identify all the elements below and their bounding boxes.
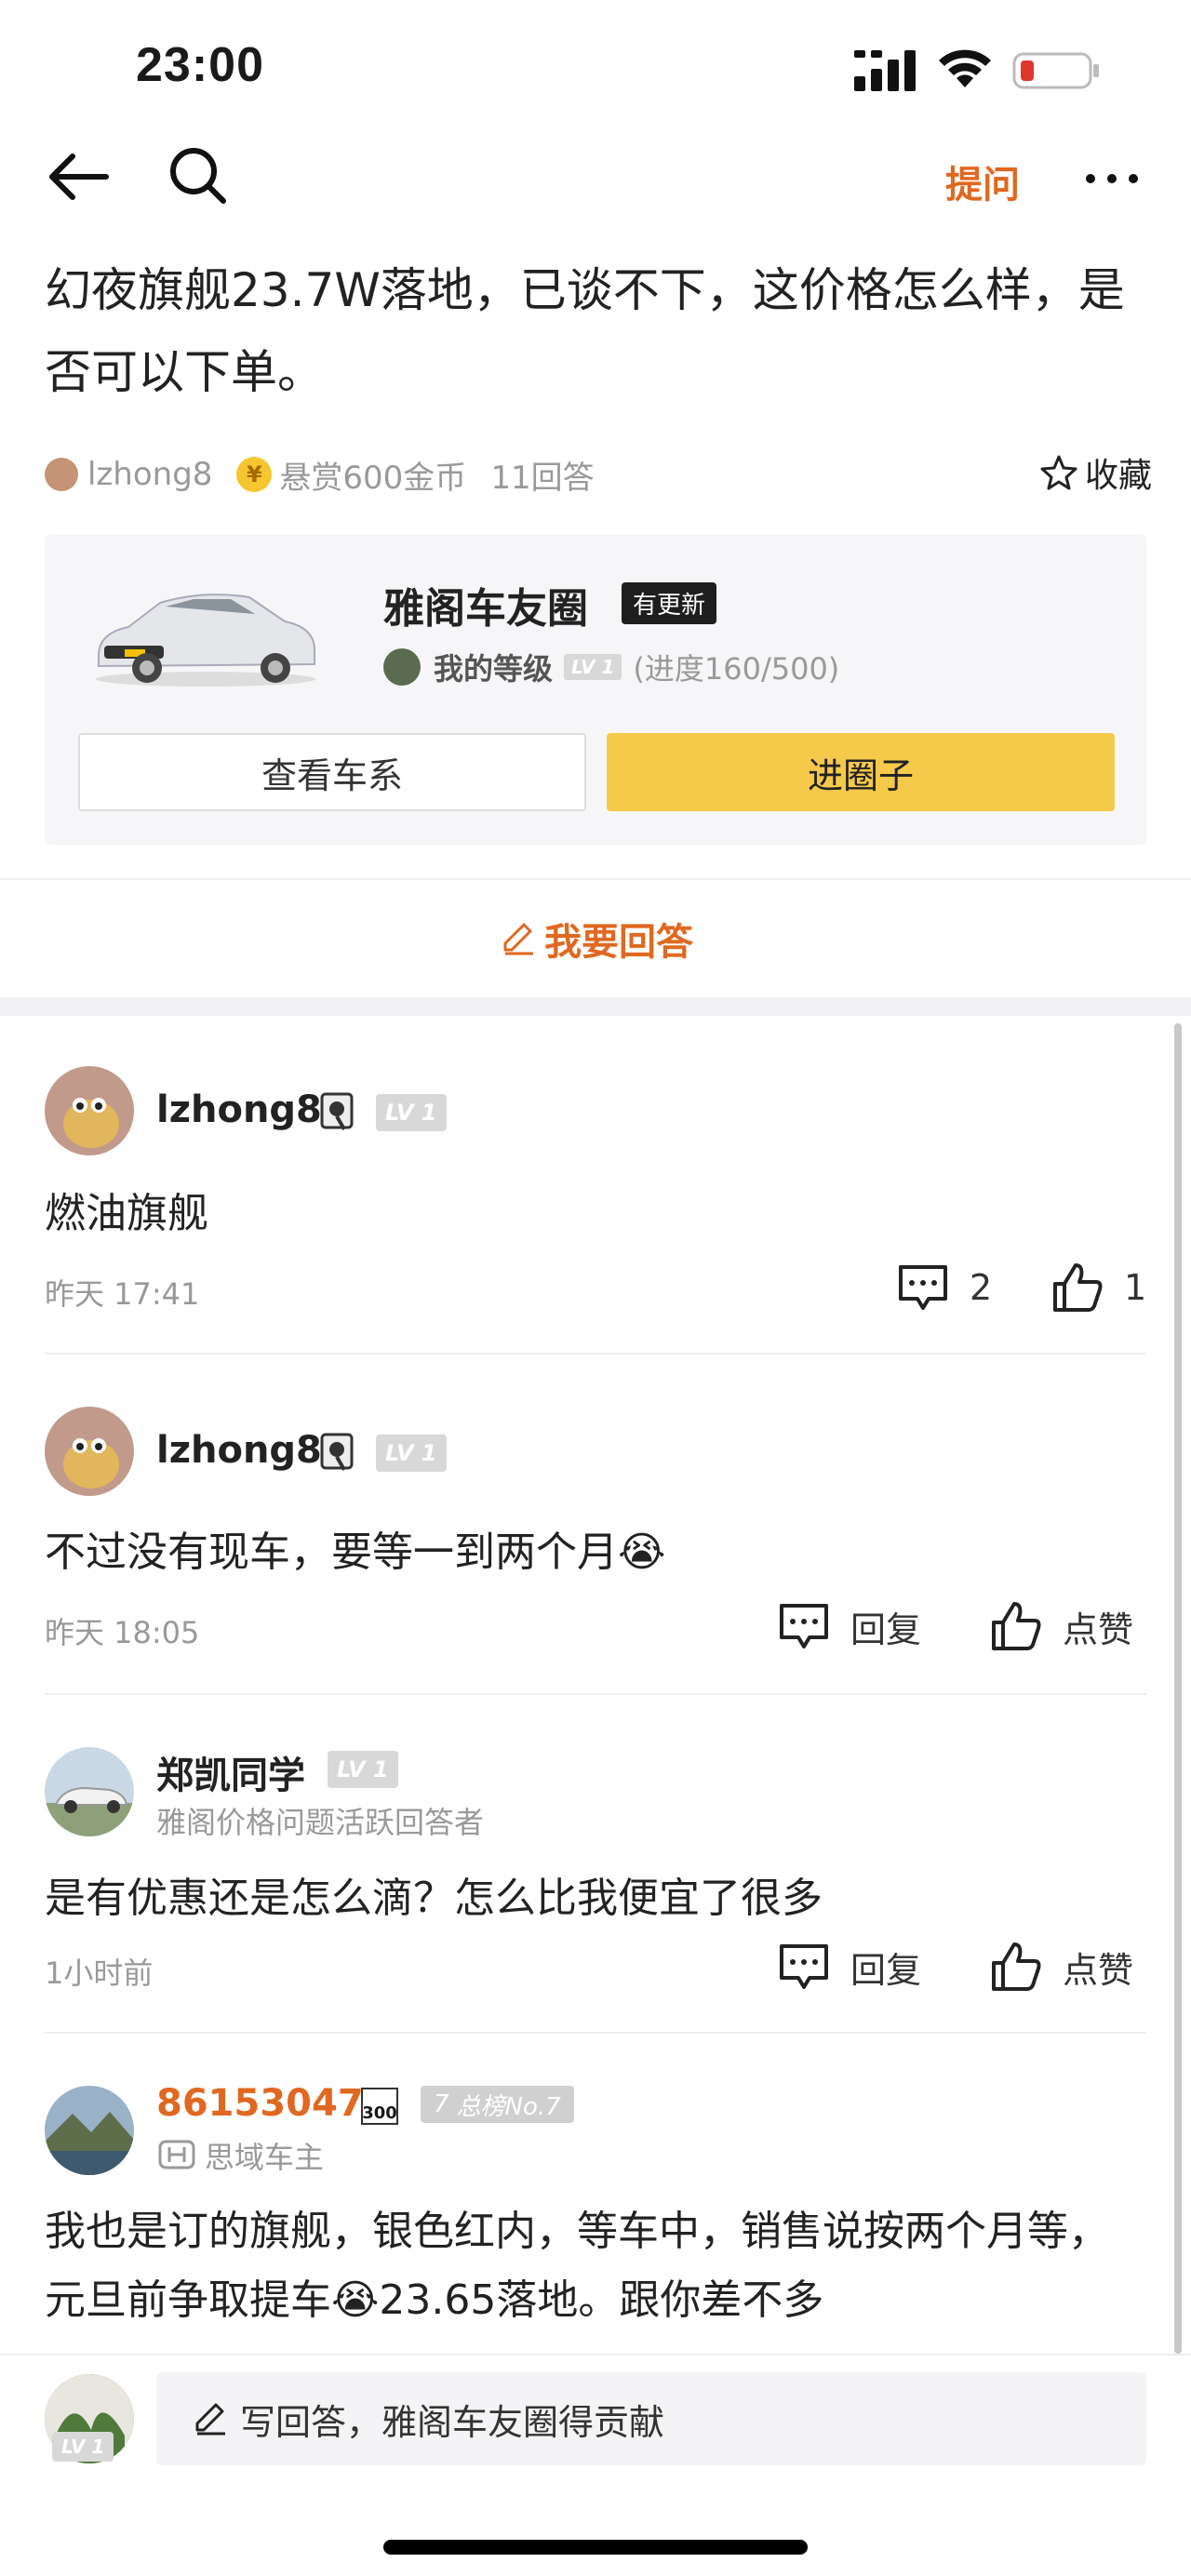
comment-button[interactable]: 2 bbox=[897, 1261, 992, 1314]
reply-text: 我也是订的旗舰，银色红内，等车中，销售说按两个月等，元旦前争取提车😭23.65落… bbox=[45, 2208, 1109, 2324]
ask-question-button[interactable]: 提问 bbox=[945, 154, 1020, 208]
battery-low-icon bbox=[1012, 52, 1099, 89]
divider bbox=[45, 1353, 1146, 1355]
certification-badge-icon bbox=[320, 1433, 354, 1471]
level-badge: LV 1 bbox=[328, 1751, 398, 1788]
update-badge: 有更新 bbox=[622, 582, 717, 624]
like-button[interactable]: 1 bbox=[1051, 1261, 1146, 1314]
search-icon[interactable] bbox=[167, 145, 229, 207]
write-answer-label: 我要回答 bbox=[544, 921, 693, 964]
write-answer-input[interactable]: 写回答，雅阁车友圈得贡献 bbox=[156, 2372, 1146, 2465]
reply-time: 1小时前 bbox=[45, 1955, 154, 1991]
rank-label: 总榜No.7 bbox=[456, 2092, 561, 2121]
reply-button[interactable]: 回复 bbox=[778, 1600, 921, 1652]
section-gap bbox=[0, 997, 1191, 1016]
current-user-level-badge: LV 1 bbox=[52, 2432, 114, 2462]
reply-author-title: 雅阁价格问题活跃回答者 bbox=[156, 1805, 485, 1840]
join-circle-button[interactable]: 进圈子 bbox=[607, 733, 1115, 811]
like-label: 点赞 bbox=[1063, 1608, 1134, 1650]
reward-text: 悬赏600金币 bbox=[279, 459, 467, 497]
view-series-button[interactable]: 查看车系 bbox=[78, 733, 586, 811]
reply-text: 燃油旗舰 bbox=[45, 1190, 208, 1237]
level-badge: LV 1 bbox=[376, 1435, 447, 1472]
reply-author[interactable]: lzhong8 bbox=[156, 1088, 322, 1131]
question-title: 幻夜旗舰23.7W落地，已谈不下，这价格怎么样，是否可以下单。 bbox=[45, 263, 1125, 399]
circle-name[interactable]: 雅阁车友圈 bbox=[383, 575, 588, 634]
author-avatar[interactable] bbox=[45, 458, 78, 491]
back-arrow-icon[interactable] bbox=[45, 151, 110, 203]
thumbs-up-icon bbox=[992, 1942, 1041, 1991]
star-icon bbox=[1040, 455, 1077, 490]
reply-author[interactable]: lzhong8 bbox=[156, 1429, 322, 1472]
level-badge: LV 1 bbox=[376, 1094, 447, 1131]
more-options-icon[interactable] bbox=[1083, 160, 1141, 197]
favorite-label: 收藏 bbox=[1084, 457, 1152, 495]
reply-label: 回复 bbox=[850, 1949, 922, 1991]
reply-text: 是有优惠还是怎么滴？怎么比我便宜了很多 bbox=[45, 1875, 823, 1922]
like-button[interactable]: 点赞 bbox=[990, 1941, 1133, 1993]
level-label: 我的等级 bbox=[434, 651, 554, 687]
comment-icon bbox=[780, 1944, 828, 1989]
thumbs-up-icon bbox=[1053, 1263, 1103, 1312]
status-bar: 23:00 bbox=[0, 0, 1191, 140]
answer-count: 11回答 bbox=[490, 459, 595, 497]
honda-logo-icon bbox=[158, 2140, 195, 2169]
score-badge: 300 bbox=[361, 2088, 398, 2125]
divider bbox=[45, 2032, 1146, 2034]
like-count: 1 bbox=[1124, 1267, 1147, 1308]
gold-coin-icon: ¥ bbox=[236, 457, 273, 492]
avatar[interactable] bbox=[45, 1747, 134, 1836]
reply-author[interactable]: 86153047 bbox=[156, 2082, 364, 2125]
reply-text: 不过没有现车，要等一到两个月😭 bbox=[45, 1528, 666, 1576]
author-name[interactable]: lzhong8 bbox=[87, 456, 212, 493]
reply-time: 昨天 17:41 bbox=[45, 1276, 200, 1312]
level-badge: LV 1 bbox=[564, 654, 622, 680]
comment-icon bbox=[780, 1604, 828, 1648]
favorite-button[interactable]: 收藏 bbox=[1040, 448, 1152, 497]
reply-button[interactable]: 回复 bbox=[778, 1941, 921, 1993]
reply-time: 昨天 18:05 bbox=[45, 1615, 200, 1650]
home-indicator[interactable] bbox=[383, 2540, 808, 2555]
divider bbox=[45, 1693, 1146, 1695]
reply-label: 回复 bbox=[850, 1608, 922, 1650]
question-meta: lzhong8 ¥ 悬赏600金币 11回答 收藏 bbox=[45, 448, 1152, 501]
write-answer-button[interactable]: 我要回答 bbox=[0, 880, 1191, 997]
avatar[interactable] bbox=[45, 1066, 134, 1155]
car-owner-label: 思域车主 bbox=[205, 2140, 325, 2175]
thumbs-up-icon bbox=[992, 1602, 1041, 1650]
like-label: 点赞 bbox=[1063, 1949, 1134, 1991]
pencil-icon bbox=[503, 923, 533, 955]
my-level-row: 我的等级 LV 1 (进度160/500) bbox=[383, 646, 839, 688]
pencil-icon bbox=[195, 2403, 225, 2436]
scrollbar[interactable] bbox=[1174, 1023, 1182, 2354]
user-avatar-small bbox=[383, 648, 421, 686]
reply-author[interactable]: 郑凯同学 bbox=[156, 1745, 305, 1799]
comment-icon bbox=[899, 1265, 947, 1310]
level-progress: (进度160/500) bbox=[633, 651, 840, 687]
comment-count: 2 bbox=[970, 1267, 993, 1308]
rank-badge: 7 总榜No.7 bbox=[421, 2086, 574, 2123]
wifi-icon bbox=[939, 49, 991, 87]
accord-car-image bbox=[96, 594, 315, 687]
certification-badge-icon bbox=[320, 1092, 354, 1130]
write-answer-placeholder: 写回答，雅阁车友圈得贡献 bbox=[240, 2401, 665, 2443]
like-button[interactable]: 点赞 bbox=[990, 1600, 1133, 1652]
cellular-signal-icon bbox=[854, 50, 916, 91]
avatar[interactable] bbox=[45, 1407, 134, 1496]
rank-number: 7 bbox=[434, 2090, 449, 2118]
car-circle-card[interactable]: 雅阁车友圈 有更新 我的等级 LV 1 (进度160/500) 查看车系 进圈子 bbox=[45, 534, 1146, 845]
status-time: 23:00 bbox=[136, 38, 264, 92]
avatar[interactable] bbox=[45, 2086, 134, 2175]
